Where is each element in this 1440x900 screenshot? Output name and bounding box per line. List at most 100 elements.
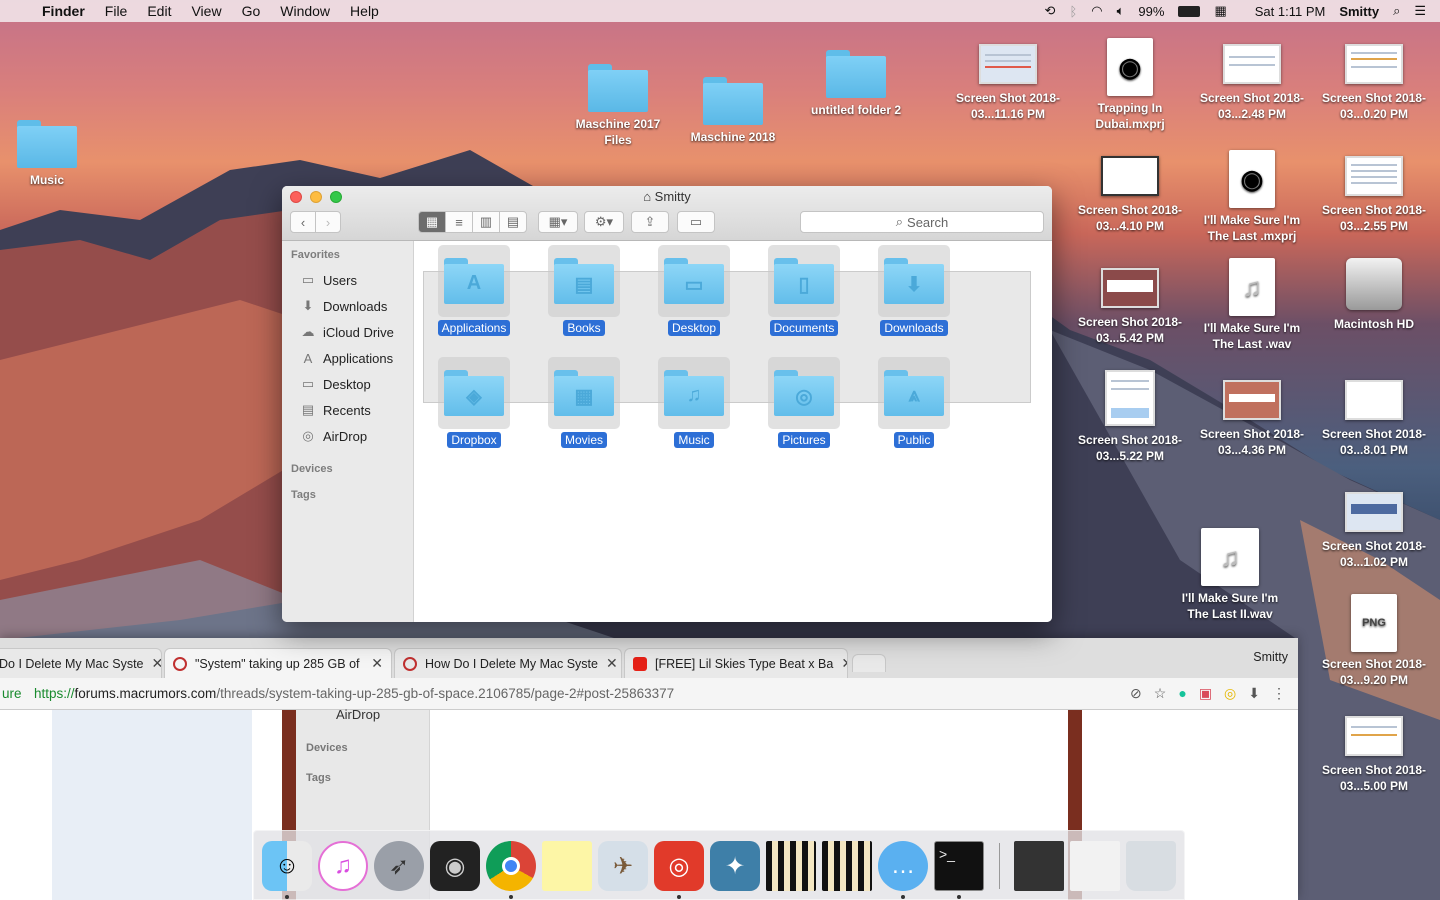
sidebar-item-applications[interactable]: A Applications — [282, 345, 413, 371]
desktop-file-png[interactable]: PNG Screen Shot 2018-03...9.20 PM — [1319, 594, 1429, 688]
finder-titlebar[interactable]: ⌂ Smitty ‹ › ▦ ≡ ▥ ▤ ▦▾ ⚙▾ ⇪ ▭ ⌕ Search — [282, 186, 1052, 241]
finder-item-pictures[interactable]: ◎ Pictures — [749, 357, 859, 449]
desktop-folder-maschine-2018[interactable]: Maschine 2018 — [678, 77, 788, 145]
grammarly-icon[interactable]: ● — [1178, 685, 1186, 702]
calendar-icon[interactable]: ▦ — [1214, 3, 1226, 19]
list-view-button[interactable]: ≡ — [445, 211, 473, 233]
menu-file[interactable]: File — [95, 3, 138, 19]
sidebar-item-icloud-drive[interactable]: ☁ iCloud Drive — [282, 319, 413, 345]
browser-tab[interactable]: Do I Delete My Mac Syste ✕ — [0, 648, 162, 678]
finder-item-applications[interactable]: A Applications — [419, 245, 529, 337]
desktop-file-wav[interactable]: ♫ I'll Make Sure I'm The Last II.wav — [1175, 528, 1285, 622]
documents-stack-icon[interactable] — [1070, 841, 1120, 891]
bookmark-star-icon[interactable]: ☆ — [1154, 685, 1167, 702]
desktop-folder-maschine-2017[interactable]: Maschine 2017 Files — [563, 64, 673, 148]
menu-go[interactable]: Go — [232, 3, 271, 19]
desktop-macintosh-hd[interactable]: Macintosh HD — [1319, 258, 1429, 332]
time-machine-icon[interactable]: ⟲ — [1045, 3, 1056, 19]
finder-item-downloads[interactable]: ⬇ Downloads — [859, 245, 969, 337]
finder-item-public[interactable]: ⩓ Public — [859, 357, 969, 449]
arrange-button[interactable]: ▦▾ — [538, 211, 578, 233]
menu-help[interactable]: Help — [340, 3, 389, 19]
finder-item-dropbox[interactable]: ◈ Dropbox — [419, 357, 529, 449]
back-button[interactable]: ‹ — [290, 211, 316, 233]
maschine-icon[interactable]: ◎ — [654, 841, 704, 891]
launchpad-icon[interactable]: ➶ — [374, 841, 424, 891]
user-menu[interactable]: Smitty — [1339, 4, 1379, 19]
logic-icon[interactable]: ◉ — [430, 841, 480, 891]
piano-icon[interactable] — [766, 841, 816, 891]
desktop-file-screenshot[interactable]: Screen Shot 2018-03...4.10 PM — [1075, 156, 1185, 234]
preview-icon[interactable]: ✈ — [598, 841, 648, 891]
close-tab-icon[interactable]: ✕ — [833, 655, 847, 672]
sidebar-item-airdrop[interactable]: ◎ AirDrop — [282, 423, 413, 449]
menu-window[interactable]: Window — [270, 3, 340, 19]
notification-center-icon[interactable]: ☰ — [1414, 3, 1426, 19]
desktop-file-screenshot[interactable]: Screen Shot 2018-03...5.42 PM — [1075, 268, 1185, 346]
battery-icon[interactable] — [1178, 5, 1201, 17]
close-tab-icon[interactable]: ✕ — [144, 655, 162, 672]
desktop-file-screenshot[interactable]: Screen Shot 2018-03...5.22 PM — [1075, 370, 1185, 464]
search-field[interactable]: ⌕ Search — [800, 211, 1044, 233]
sidebar-item-desktop[interactable]: ▭ Desktop — [282, 371, 413, 397]
forward-button[interactable]: › — [315, 211, 341, 233]
desktop-file-screenshot[interactable]: Screen Shot 2018-03...8.01 PM — [1319, 380, 1429, 458]
desktop-file-mxprj[interactable]: ◉ Trapping In Dubai.mxprj — [1075, 38, 1185, 132]
share-button[interactable]: ⇪ — [631, 211, 669, 233]
wifi-icon[interactable]: ◠ — [1091, 3, 1102, 19]
bluetooth-icon[interactable]: ᛒ — [1069, 4, 1077, 19]
desktop-file-screenshot[interactable]: Screen Shot 2018-03...1.02 PM — [1319, 492, 1429, 570]
finder-item-music[interactable]: ♫ Music — [639, 357, 749, 449]
spotlight-icon[interactable]: ⌕ — [1393, 3, 1400, 19]
native-access-icon[interactable]: ✦ — [710, 841, 760, 891]
tags-button[interactable]: ▭ — [677, 211, 715, 233]
itunes-icon[interactable]: ♫ — [318, 841, 368, 891]
close-tab-icon[interactable]: ✕ — [598, 655, 618, 672]
desktop-file-wav[interactable]: ♫ I'll Make Sure I'm The Last .wav — [1197, 258, 1307, 352]
piano-2-icon[interactable] — [822, 841, 872, 891]
desktop-folder-music[interactable]: Music — [0, 120, 102, 188]
close-tab-icon[interactable]: ✕ — [363, 655, 383, 672]
screenshot-stack-icon[interactable] — [1014, 841, 1064, 891]
desktop-file-screenshot[interactable]: Screen Shot 2018-03...0.20 PM — [1319, 44, 1429, 122]
desktop-file-screenshot[interactable]: Screen Shot 2018-03...4.36 PM — [1197, 380, 1307, 458]
browser-tab[interactable]: How Do I Delete My Mac Syste ✕ — [394, 648, 622, 678]
menu-app-name[interactable]: Finder — [32, 3, 95, 19]
desktop-folder-untitled-2[interactable]: untitled folder 2 — [801, 50, 911, 118]
messages-icon[interactable]: … — [878, 841, 928, 891]
finder-item-movies[interactable]: ▦ Movies — [529, 357, 639, 449]
terminal-icon[interactable]: >_ — [934, 841, 984, 891]
battery-percent[interactable]: 99% — [1138, 4, 1164, 19]
desktop-file-screenshot[interactable]: Screen Shot 2018-03...2.55 PM — [1319, 156, 1429, 234]
blocked-icon[interactable]: ⊘ — [1130, 685, 1142, 702]
finder-item-desktop[interactable]: ▭ Desktop — [639, 245, 749, 337]
chrome-menu-icon[interactable]: ⋮ — [1272, 685, 1286, 702]
notes-icon[interactable] — [542, 841, 592, 891]
finder-icon[interactable]: ☺ — [262, 841, 312, 891]
sidebar-item-users[interactable]: ▭ Users — [282, 267, 413, 293]
coverflow-view-button[interactable]: ▤ — [499, 211, 527, 233]
browser-tab-active[interactable]: "System" taking up 285 GB of ✕ — [164, 648, 392, 678]
extension-yellow-icon[interactable]: ◎ — [1224, 685, 1236, 702]
extension-download-icon[interactable]: ⬇ — [1248, 685, 1260, 702]
desktop-file-screenshot[interactable]: Screen Shot 2018-03...5.00 PM — [1319, 716, 1429, 794]
sidebar-item-downloads[interactable]: ⬇ Downloads — [282, 293, 413, 319]
desktop-file-mxprj[interactable]: ◉ I'll Make Sure I'm The Last .mxprj — [1197, 150, 1307, 244]
desktop-file-screenshot[interactable]: Screen Shot 2018-03...2.48 PM — [1197, 44, 1307, 122]
volume-icon[interactable]: 🔈︎ — [1117, 3, 1125, 19]
trash-icon[interactable] — [1126, 841, 1176, 891]
icon-view-button[interactable]: ▦ — [418, 211, 446, 233]
profile-button[interactable]: Smitty — [1253, 650, 1288, 664]
url-text[interactable]: https://forums.macrumors.com/threads/sys… — [34, 686, 674, 701]
desktop-file-screenshot[interactable]: Screen Shot 2018-03...11.16 PM — [953, 44, 1063, 122]
sidebar-item-recents[interactable]: ▤ Recents — [282, 397, 413, 423]
finder-item-books[interactable]: ▤ Books — [529, 245, 639, 337]
clock[interactable]: Sat 1:11 PM — [1255, 4, 1326, 19]
chrome-icon[interactable] — [486, 841, 536, 891]
new-tab-button[interactable] — [852, 654, 886, 672]
address-bar[interactable]: ure https://forums.macrumors.com/threads… — [0, 678, 1298, 710]
menu-edit[interactable]: Edit — [137, 3, 181, 19]
finder-item-documents[interactable]: ▯ Documents — [749, 245, 859, 337]
menu-view[interactable]: View — [181, 3, 231, 19]
column-view-button[interactable]: ▥ — [472, 211, 500, 233]
